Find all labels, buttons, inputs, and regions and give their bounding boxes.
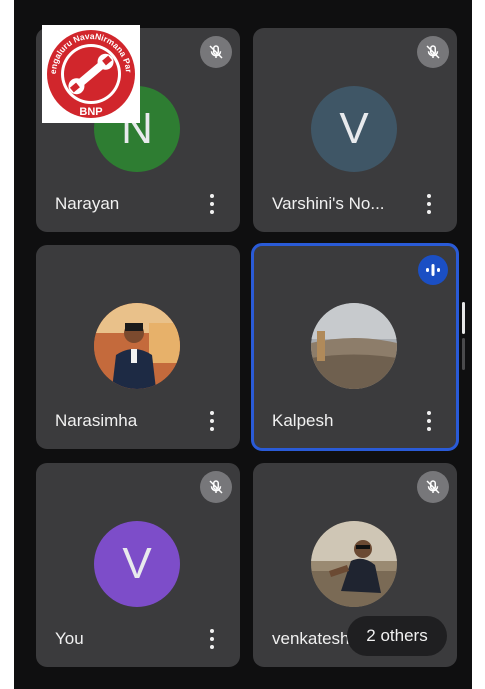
- more-vert-icon[interactable]: [204, 190, 220, 218]
- avatar: V: [94, 521, 180, 607]
- participant-tile-narasimha[interactable]: Narasimha: [36, 245, 240, 449]
- participant-tile-kalpesh[interactable]: Kalpesh: [251, 243, 459, 451]
- audio-wave-icon: [418, 255, 448, 285]
- avatar-initial: V: [339, 104, 369, 153]
- participant-name: Kalpesh: [272, 411, 334, 430]
- bnp-logo: Bengaluru NavaNirmana Party BNP: [39, 17, 140, 123]
- avatar-initial: V: [122, 539, 152, 588]
- participant-name: You: [55, 629, 84, 648]
- mic-off-icon: [417, 36, 449, 68]
- participant-tile-varshini[interactable]: V Varshini's No...: [253, 28, 457, 232]
- mic-off-icon: [417, 471, 449, 503]
- mic-off-icon: [200, 471, 232, 503]
- scrollbar-track[interactable]: [462, 338, 465, 370]
- scrollbar-thumb[interactable]: [462, 302, 465, 334]
- avatar-photo: [94, 303, 180, 389]
- participant-name: Narasimha: [55, 411, 138, 430]
- more-vert-icon[interactable]: [421, 190, 437, 218]
- more-vert-icon[interactable]: [204, 407, 220, 435]
- avatar: V: [311, 86, 397, 172]
- participant-tile-you[interactable]: V You: [36, 463, 240, 667]
- mic-off-icon: [200, 36, 232, 68]
- svg-text:BNP: BNP: [79, 106, 102, 118]
- participant-name: Narayan: [55, 194, 120, 213]
- avatar-photo: [311, 303, 397, 389]
- avatar-photo: [311, 521, 397, 607]
- participant-name: venkatesh: [272, 629, 350, 648]
- more-vert-icon[interactable]: [421, 407, 437, 435]
- others-button[interactable]: 2 others: [347, 616, 447, 656]
- more-vert-icon[interactable]: [204, 625, 220, 653]
- participant-name: Varshini's No...: [272, 194, 385, 213]
